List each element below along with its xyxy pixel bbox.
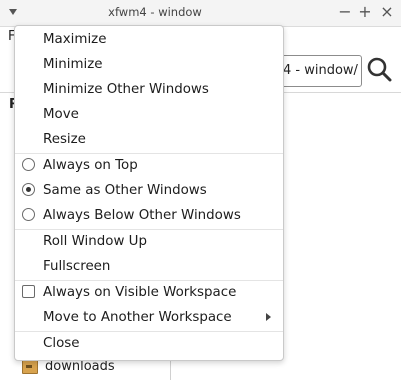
menu-item-move[interactable]: Move xyxy=(15,102,283,127)
radio-unchecked-icon xyxy=(22,208,35,221)
menu-item-label: Move to Another Workspace xyxy=(43,310,232,325)
menu-item-label: Same as Other Windows xyxy=(43,183,207,198)
menu-item-roll-window-up[interactable]: Roll Window Up xyxy=(15,229,283,254)
menu-item-label: Maximize xyxy=(43,32,107,47)
menu-item-move-to-another-workspace[interactable]: Move to Another Workspace xyxy=(15,305,283,330)
minimize-button[interactable]: − xyxy=(336,3,354,21)
menu-item-label: Move xyxy=(43,107,79,122)
location-text: 4 - window/ xyxy=(283,63,358,78)
menu-item-close[interactable]: Close xyxy=(15,331,283,356)
radio-checked-icon xyxy=(22,183,35,196)
window-title: xfwm4 - window xyxy=(108,5,202,19)
window-titlebar: xfwm4 - window − + × xyxy=(0,0,401,27)
menu-item-resize[interactable]: Resize xyxy=(15,127,283,152)
menu-item-fullscreen[interactable]: Fullscreen xyxy=(15,254,283,279)
radio-unchecked-icon xyxy=(22,158,35,171)
menu-item-label: Resize xyxy=(43,132,86,147)
menu-item-label: Always on Top xyxy=(43,158,138,173)
menu-item-label: Close xyxy=(43,336,80,351)
menu-item-label: Always on Visible Workspace xyxy=(43,285,237,300)
menu-item-always-below-other-windows[interactable]: Always Below Other Windows xyxy=(15,203,283,228)
search-icon[interactable] xyxy=(365,55,393,83)
menu-item-always-on-visible-workspace[interactable]: Always on Visible Workspace xyxy=(15,280,283,305)
checkbox-unchecked-icon xyxy=(22,285,35,298)
menu-item-label: Roll Window Up xyxy=(43,234,147,249)
menu-item-maximize[interactable]: Maximize xyxy=(15,27,283,52)
submenu-arrow-icon xyxy=(266,313,271,321)
menu-item-same-as-other-windows[interactable]: Same as Other Windows xyxy=(15,178,283,203)
menu-item-always-on-top[interactable]: Always on Top xyxy=(15,153,283,178)
menu-item-minimize[interactable]: Minimize xyxy=(15,52,283,77)
menu-item-label: Minimize Other Windows xyxy=(43,82,209,97)
close-button[interactable]: × xyxy=(378,3,396,21)
menu-item-label: Minimize xyxy=(43,57,103,72)
folder-downloads-icon xyxy=(22,360,38,374)
menu-item-label: Fullscreen xyxy=(43,259,111,274)
window-context-menu: Maximize Minimize Minimize Other Windows… xyxy=(14,25,284,361)
menu-item-label: Always Below Other Windows xyxy=(43,208,241,223)
maximize-button[interactable]: + xyxy=(356,3,374,21)
menu-item-minimize-other-windows[interactable]: Minimize Other Windows xyxy=(15,77,283,102)
